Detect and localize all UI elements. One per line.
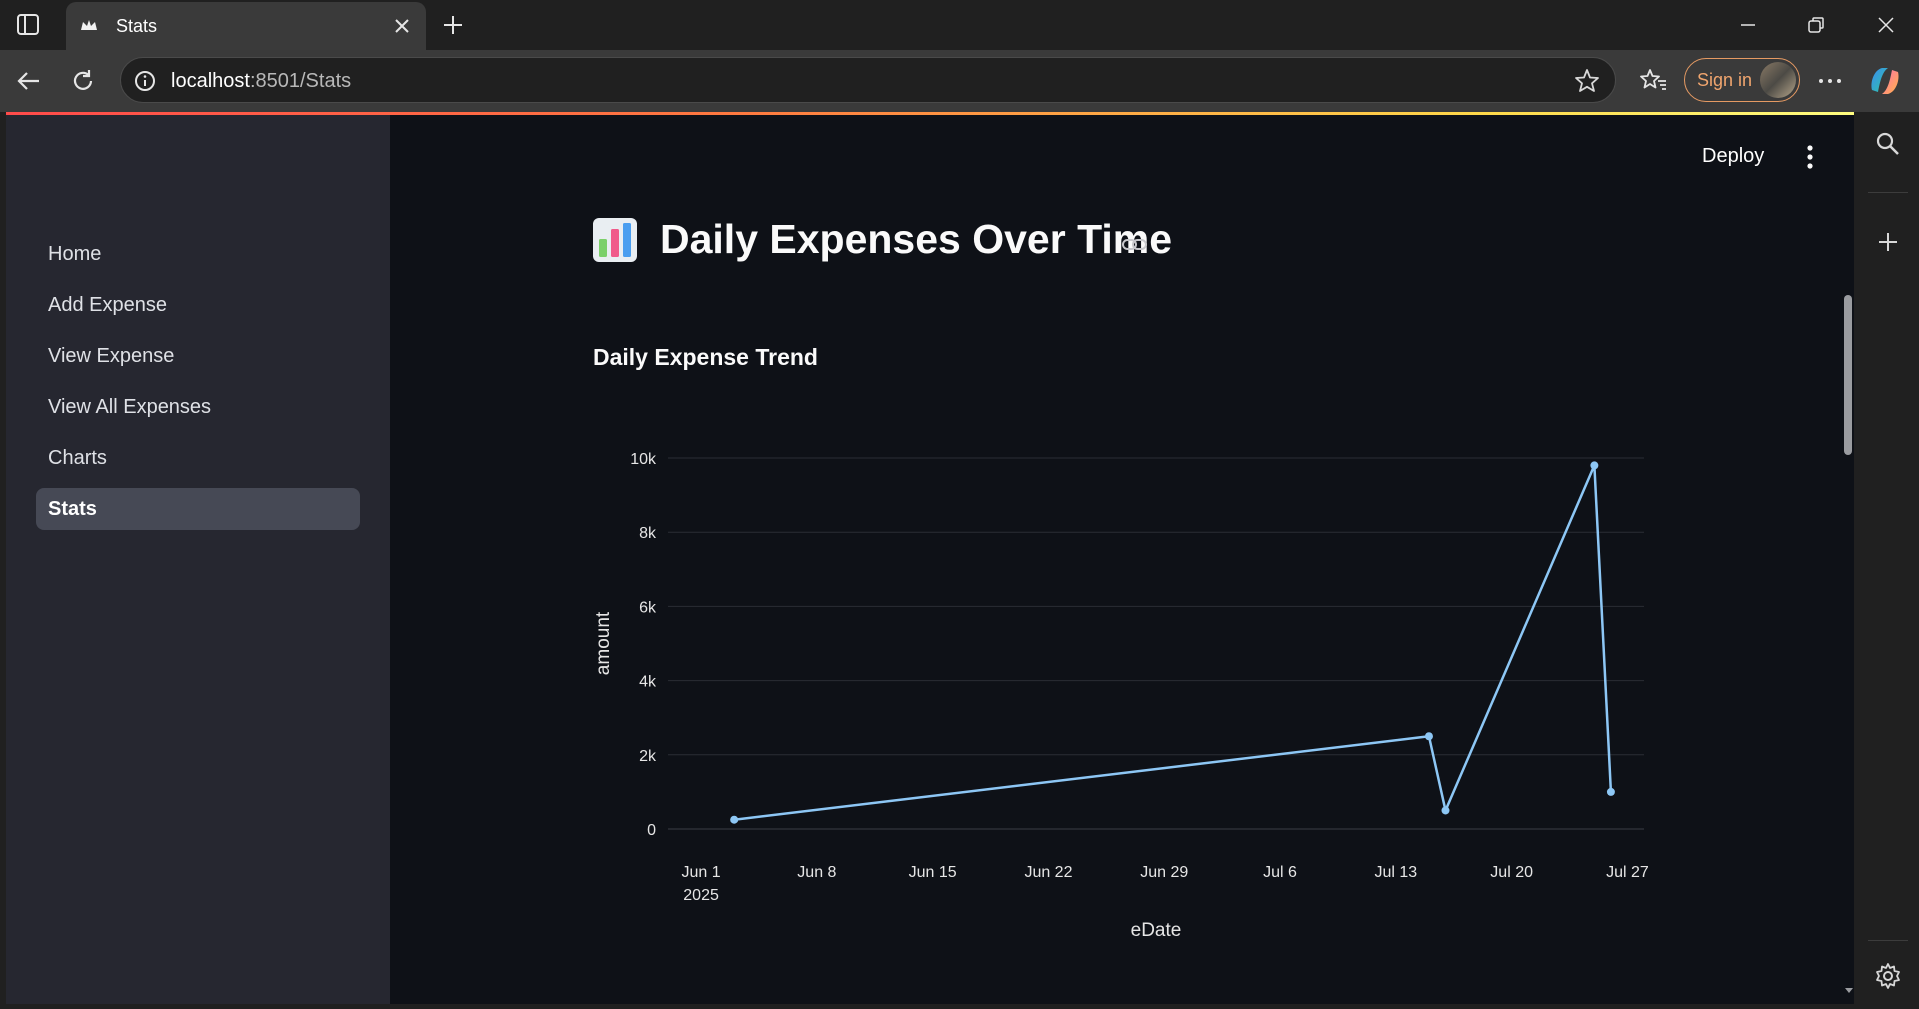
back-arrow-icon[interactable] bbox=[12, 64, 46, 98]
search-icon[interactable] bbox=[1870, 126, 1906, 162]
browser-tab-bar: Stats bbox=[0, 0, 1919, 50]
favorite-star-icon[interactable] bbox=[1573, 67, 1601, 95]
x-tick-year-label: 2025 bbox=[683, 887, 719, 904]
minimize-icon[interactable] bbox=[1728, 8, 1768, 42]
sidebar-toggle-icon[interactable] bbox=[14, 12, 44, 38]
x-axis-title: eDate bbox=[1131, 920, 1182, 941]
close-window-icon[interactable] bbox=[1866, 8, 1906, 42]
address-bar[interactable]: localhost:8501/Stats bbox=[120, 57, 1616, 103]
y-tick-label: 8k bbox=[639, 525, 657, 542]
data-point bbox=[1424, 732, 1433, 741]
x-tick-label: Jul 20 bbox=[1490, 864, 1533, 881]
favorites-icon[interactable] bbox=[1636, 64, 1670, 98]
x-tick-label: Jun 22 bbox=[1024, 864, 1072, 881]
scrollbar-track[interactable] bbox=[1842, 112, 1854, 1004]
x-tick-label: Jun 29 bbox=[1140, 864, 1188, 881]
browser-toolbar: localhost:8501/Stats Sign in bbox=[0, 50, 1919, 112]
browser-tab[interactable]: Stats bbox=[66, 2, 426, 50]
data-point bbox=[1441, 806, 1450, 815]
data-point bbox=[1590, 461, 1599, 470]
y-tick-label: 2k bbox=[639, 748, 657, 765]
browser-edge-bar bbox=[1856, 112, 1919, 1009]
y-tick-label: 0 bbox=[647, 822, 656, 839]
site-info-icon[interactable] bbox=[133, 69, 157, 93]
series-line bbox=[734, 464, 1613, 821]
url-text[interactable]: localhost:8501/Stats bbox=[171, 70, 351, 93]
line-chart[interactable]: 0 2k 4k 6k 8k 10k Jun 1 Jun 8 Jun 15 Jun 22 Jun 29… bbox=[6, 112, 1854, 1004]
close-tab-icon[interactable] bbox=[390, 14, 414, 38]
copilot-icon[interactable] bbox=[1866, 62, 1904, 100]
settings-gear-icon[interactable] bbox=[1870, 958, 1906, 994]
reload-icon[interactable] bbox=[66, 64, 100, 98]
x-tick-label: Jul 6 bbox=[1263, 864, 1297, 881]
y-tick-label: 6k bbox=[639, 599, 657, 616]
sign-in-button[interactable]: Sign in bbox=[1684, 58, 1800, 102]
x-tick-label: Jun 15 bbox=[909, 864, 957, 881]
data-point bbox=[730, 815, 739, 824]
x-tick-label: Jul 27 bbox=[1606, 864, 1649, 881]
x-tick-label: Jul 13 bbox=[1375, 864, 1418, 881]
avatar bbox=[1760, 62, 1796, 98]
tab-title: Stats bbox=[116, 16, 158, 36]
edge-divider bbox=[1868, 192, 1908, 193]
new-tab-icon[interactable] bbox=[438, 10, 468, 40]
streamlit-app: Home Add Expense View Expense View All E… bbox=[6, 112, 1854, 1004]
restore-icon[interactable] bbox=[1796, 8, 1836, 42]
edge-divider bbox=[1868, 940, 1908, 941]
y-axis-title: amount bbox=[593, 611, 614, 675]
data-point bbox=[1606, 787, 1615, 796]
scroll-down-icon[interactable] bbox=[1844, 985, 1854, 995]
y-tick-label: 4k bbox=[639, 674, 657, 691]
sign-in-label: Sign in bbox=[1697, 69, 1753, 90]
streamlit-crown-icon bbox=[81, 20, 97, 30]
more-options-icon[interactable] bbox=[1812, 64, 1848, 98]
scrollbar-thumb[interactable] bbox=[1844, 295, 1852, 455]
x-tick-label: Jun 1 bbox=[682, 864, 721, 881]
x-tick-label: Jun 8 bbox=[797, 864, 836, 881]
y-tick-label: 10k bbox=[630, 451, 657, 468]
add-icon[interactable] bbox=[1870, 224, 1906, 260]
